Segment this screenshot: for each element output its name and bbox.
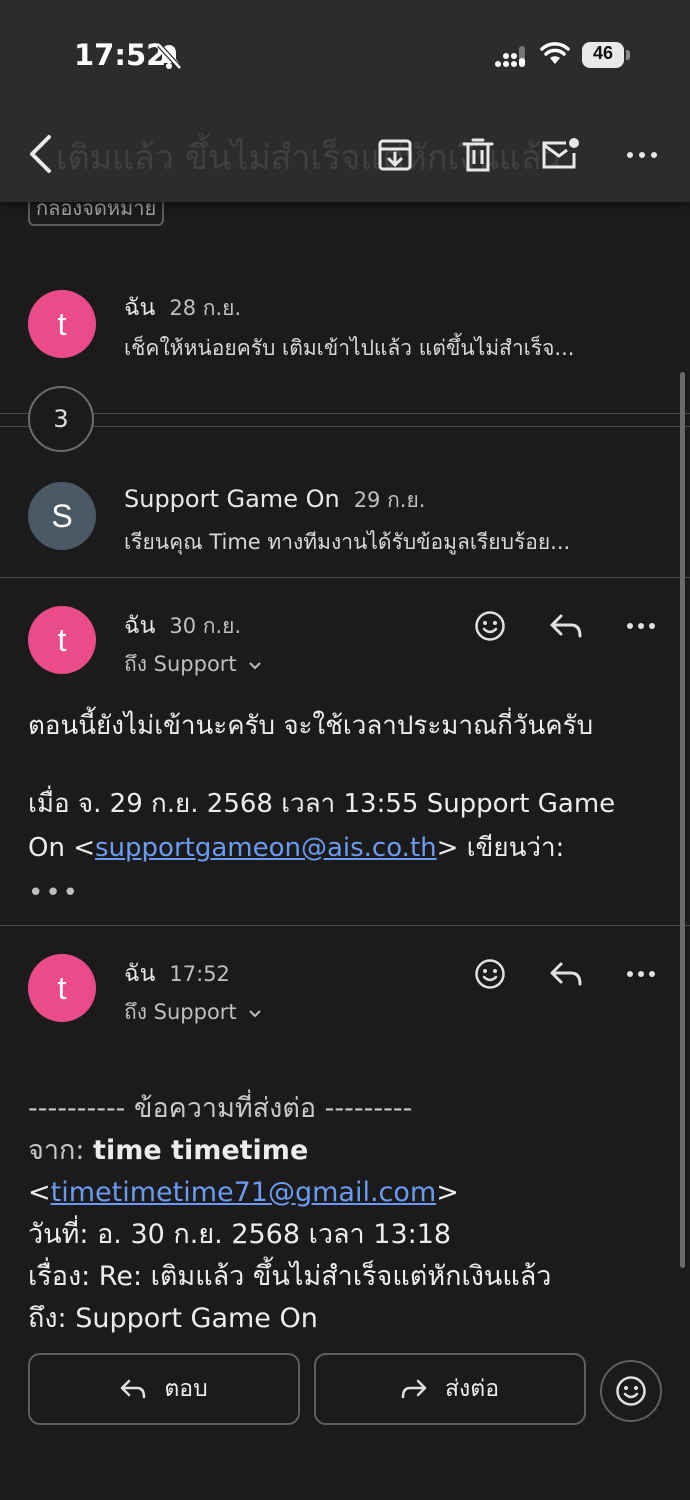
message-more-button[interactable] <box>624 616 658 636</box>
message-date: 17:52 <box>169 962 230 986</box>
forward-button[interactable]: ส่งต่อ <box>314 1353 586 1425</box>
back-button[interactable] <box>20 132 60 176</box>
collapsed-line-top <box>0 413 690 414</box>
forward-label: ส่งต่อ <box>444 1376 500 1402</box>
archive-icon <box>378 139 412 171</box>
delete-button[interactable] <box>458 134 498 176</box>
sender-name: ฉัน <box>124 295 156 321</box>
scrollbar[interactable] <box>680 372 685 1268</box>
avatar: t <box>28 606 96 674</box>
from-label: จาก: <box>28 1135 85 1166</box>
recipients-toggle[interactable]: ถึง Support <box>124 996 262 1029</box>
status-time: 17:52 <box>74 38 167 72</box>
mark-unread-button[interactable] <box>538 134 582 174</box>
quote-line: เมื่อ จ. 29 ก.ย. 2568 เวลา 13:55 Support… <box>28 789 616 819</box>
battery-level: 46 <box>592 43 614 63</box>
reply-icon <box>121 1379 146 1399</box>
recipients-toggle[interactable]: ถึง Support <box>124 648 262 681</box>
message-body: ตอนนี้ยังไม่เข้านะครับ จะใช้เวลาประมาณกี… <box>28 711 594 741</box>
smiley-icon <box>616 1376 646 1406</box>
emoji-react-button[interactable] <box>600 1360 662 1422</box>
chevron-down-icon <box>249 662 261 670</box>
trash-icon <box>462 138 494 172</box>
collapsed-line-bottom <box>0 426 690 427</box>
bell-muted-icon <box>157 43 182 70</box>
forwarded-to: ถึง: Support Game On <box>28 1303 318 1334</box>
message-snippet: เช็คให้หน่อยครับ เติมเข้าไปแล้ว แต่ขึ้นไ… <box>124 336 575 360</box>
sender-name: Support Game On <box>124 485 340 513</box>
message-2[interactable]: S Support Game On 29 ก.ย. เรียนคุณ Time ท… <box>0 462 690 576</box>
forward-icon <box>401 1379 427 1399</box>
reply-all-button[interactable]: ตอบ <box>28 1353 300 1425</box>
reply-button[interactable] <box>548 610 584 642</box>
forwarded-subject: เรื่อง: Re: เติมแล้ว ขึ้นไม่สำเร็จแต่หัก… <box>28 1261 552 1292</box>
sender-name: ฉัน <box>124 613 156 639</box>
forwarded-header: ---------- ข้อความที่ส่งต่อ --------- <box>28 1093 413 1124</box>
forwarded-date: วันที่: อ. 30 ก.ย. 2568 เวลา 13:18 <box>28 1219 452 1250</box>
more-dots-icon <box>627 971 655 977</box>
reply-button[interactable] <box>548 958 584 990</box>
smiley-icon <box>475 959 505 989</box>
from-name: time timetime <box>93 1135 309 1166</box>
smiley-icon <box>475 611 505 641</box>
collapsed-messages-count[interactable]: 3 <box>28 386 94 452</box>
mail-unread-icon <box>542 138 579 169</box>
reply-icon <box>550 962 582 986</box>
avatar: t <box>28 290 96 358</box>
message-snippet: เรียนคุณ Time ทางทีมงานได้รับข้อมูลเรียบ… <box>124 530 571 554</box>
quote-prefix: On < <box>28 833 95 863</box>
sender-name: ฉัน <box>124 961 156 987</box>
top-app-bar: เติมแล้ว ขึ้นไม่สำเร็จแต่หักเงินแล้ว <box>0 0 690 202</box>
wifi-icon <box>540 42 570 64</box>
more-dots-icon <box>627 152 657 158</box>
back-arrow-icon <box>30 135 51 173</box>
reply-icon <box>550 614 582 638</box>
avatar: S <box>28 482 96 550</box>
message-4: t ฉัน 17:52 ถึง Support ---------- ข้อควา… <box>0 926 690 1346</box>
react-emoji-button[interactable] <box>472 956 508 992</box>
recipient-line: ถึง Support <box>124 652 237 676</box>
more-options-button[interactable] <box>620 140 664 170</box>
reply-label: ตอบ <box>164 1376 208 1402</box>
message-3: t ฉัน 30 ก.ย. ถึง Support ตอนนี้ยังไม่เข้… <box>0 578 690 924</box>
forwarded-block: ---------- ข้อความที่ส่งต่อ --------- จา… <box>28 1088 551 1340</box>
message-date: 28 ก.ย. <box>169 296 242 320</box>
from-email-link[interactable]: timetimetime71@gmail.com <box>51 1177 437 1208</box>
message-date: 30 ก.ย. <box>169 614 242 638</box>
message-1[interactable]: t ฉัน 28 ก.ย. เช็คให้หน่อยครับ เติมเข้าไป… <box>0 270 690 380</box>
react-emoji-button[interactable] <box>472 608 508 644</box>
show-quoted-text[interactable]: ••• <box>28 878 80 908</box>
sender-email-link[interactable]: supportgameon@ais.co.th <box>95 833 437 863</box>
quote-attribution: เมื่อ จ. 29 ก.ย. 2568 เวลา 13:55 Support… <box>28 782 668 870</box>
message-more-button[interactable] <box>624 964 658 984</box>
battery-icon: 46 <box>582 42 630 70</box>
cellular-signal-icon <box>495 46 525 67</box>
chevron-down-icon <box>249 1010 261 1018</box>
quote-suffix: > เขียนว่า: <box>436 833 565 863</box>
avatar: t <box>28 954 96 1022</box>
archive-button[interactable] <box>374 134 416 176</box>
message-date: 29 ก.ย. <box>353 488 426 512</box>
recipient-line: ถึง Support <box>124 1000 237 1024</box>
more-dots-icon <box>627 623 655 629</box>
